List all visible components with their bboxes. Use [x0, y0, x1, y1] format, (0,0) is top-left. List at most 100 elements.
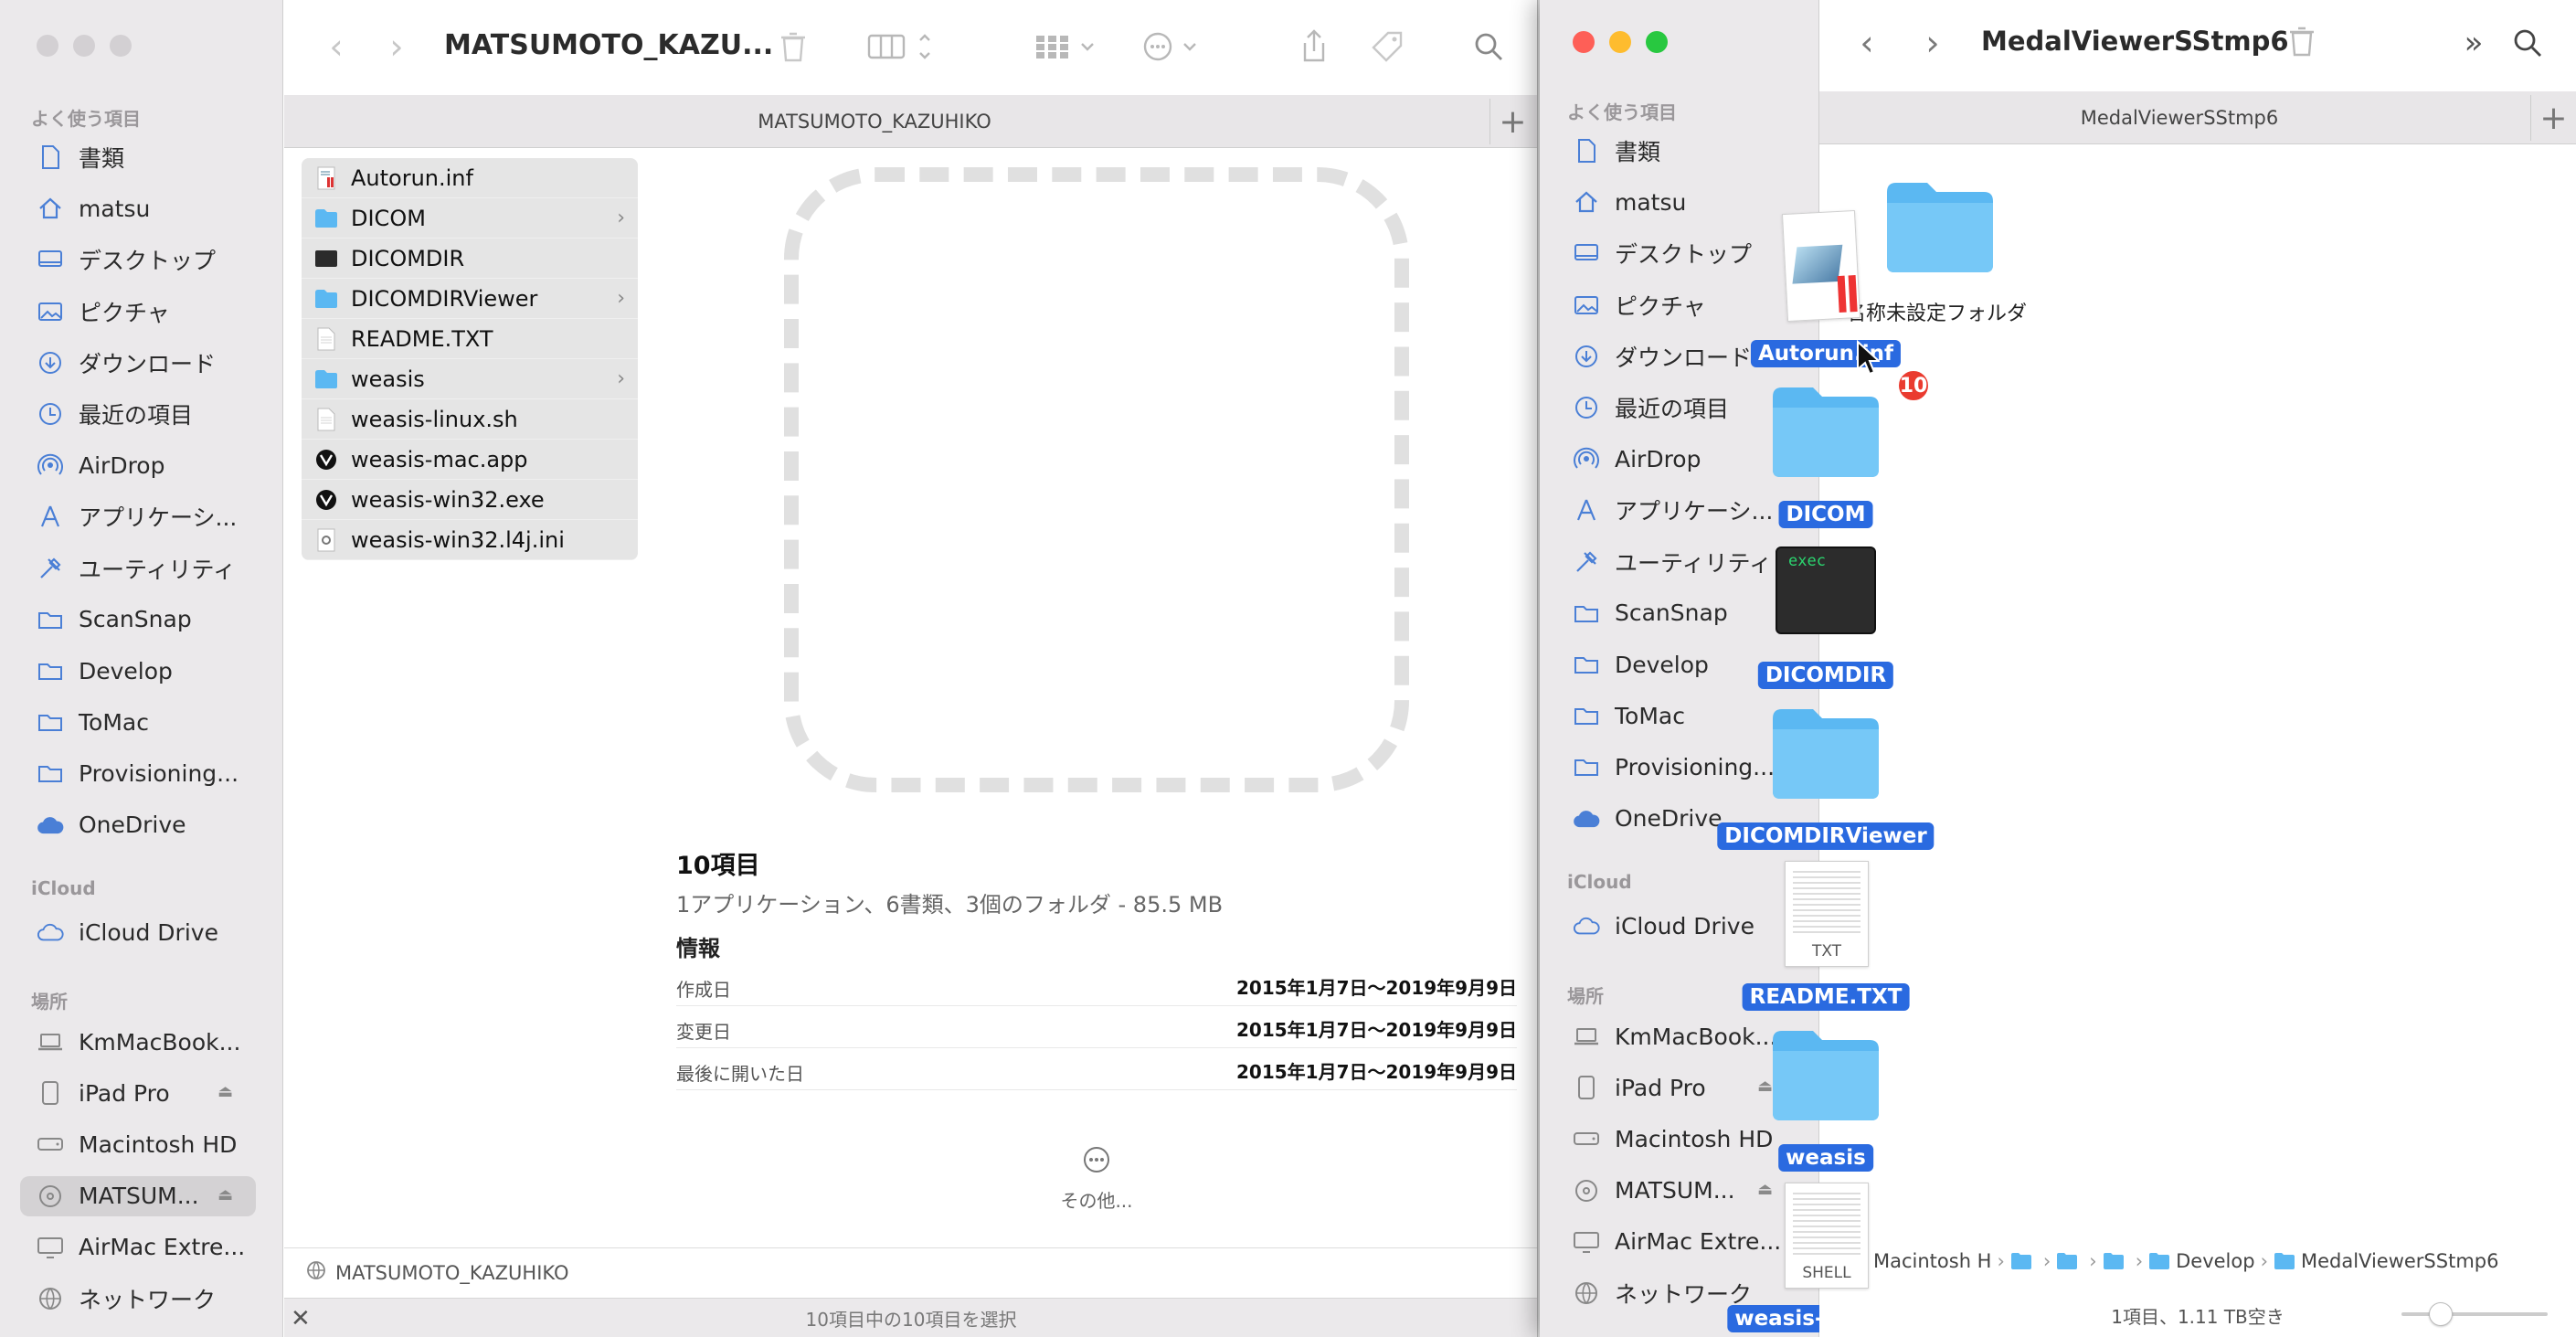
breadcrumb-item[interactable]: MedalViewerSStmp6 — [2274, 1250, 2498, 1272]
new-tab-button[interactable]: + — [2530, 95, 2576, 141]
sidebar-item-place[interactable]: KmMacBook... — [1573, 1016, 1796, 1056]
close-button[interactable] — [37, 35, 58, 57]
info-value: 2015年1月7日〜2019年9月9日 — [1236, 1019, 1517, 1041]
finder-window-right[interactable]: よく使う項目 書類 matsu デスクトップ ピクチャ ダウンロード 最近の項目 AirDro… — [1540, 0, 2576, 1337]
eject-icon[interactable]: ⏏ — [217, 1185, 233, 1204]
sidebar-item[interactable]: Develop — [37, 651, 280, 691]
file-name: DICOM — [351, 205, 426, 231]
tab-label[interactable]: MATSUMOTO_KAZUHIKO — [758, 111, 991, 133]
breadcrumb-item[interactable] — [2056, 1252, 2083, 1270]
search-icon[interactable] — [2508, 24, 2547, 62]
breadcrumb-item[interactable]: Develop — [2148, 1250, 2255, 1272]
eject-icon[interactable]: ⏏ — [1757, 1180, 1773, 1199]
slider-knob[interactable] — [2429, 1302, 2453, 1326]
sidebar-item-label: iCloud Drive — [1615, 912, 1754, 939]
trash-icon[interactable] — [2284, 22, 2320, 60]
sidebar-item-icloud-drive[interactable]: iCloud Drive — [37, 912, 218, 952]
breadcrumb-item[interactable]: Macintosh H — [1873, 1250, 1991, 1272]
column-view-icon[interactable] — [864, 27, 938, 66]
sidebar-item-label: ScanSnap — [1615, 600, 1728, 627]
sidebar-item-place[interactable]: Macintosh HD — [37, 1124, 256, 1164]
new-tab-button[interactable]: + — [1489, 99, 1535, 144]
sidebar-item[interactable]: 書類 — [37, 137, 280, 177]
sidebar-item[interactable]: AirDrop — [37, 445, 280, 485]
favorites-header: よく使う項目 — [31, 108, 141, 130]
minimize-button[interactable] — [73, 35, 95, 57]
sidebar-item[interactable]: ダウンロード — [37, 343, 280, 383]
file-row[interactable]: weasis-win32.l4j.ini — [302, 520, 638, 560]
file-row[interactable]: weasis-mac.app — [302, 440, 638, 480]
sidebar-item[interactable]: ToMac — [37, 702, 280, 742]
zoom-button[interactable] — [1646, 31, 1668, 53]
file-name: weasis-win32.l4j.ini — [351, 526, 565, 553]
tag-icon[interactable] — [1367, 27, 1407, 66]
file-row[interactable]: DICOMDIR — [302, 239, 638, 279]
sidebar-item-place[interactable]: KmMacBook... — [37, 1022, 256, 1062]
action-menu-icon[interactable] — [1140, 27, 1204, 66]
sidebar-item-label: ScanSnap — [79, 606, 192, 633]
back-button[interactable]: ‹ — [1850, 23, 1883, 63]
drag-item-label: README.TXT — [1742, 983, 1910, 1011]
info-row: 作成日 2015年1月7日〜2019年9月9日 — [676, 964, 1517, 1006]
sidebar-item[interactable]: 最近の項目 — [37, 394, 280, 434]
sidebar-item[interactable]: ピクチャ — [1573, 285, 1819, 325]
sidebar-item[interactable]: アプリケーシ... — [37, 496, 280, 536]
sidebar-item-place[interactable]: Macintosh HD — [1573, 1119, 1796, 1159]
sidebar-item[interactable]: matsu — [37, 188, 280, 228]
forward-button[interactable]: › — [380, 27, 413, 67]
file-list: Autorun.inf DICOM › DICOMDIR DICOMDIRViewer ›… — [302, 158, 638, 560]
overflow-chevron-icon[interactable]: » — [2455, 24, 2492, 62]
file-row[interactable]: weasis-win32.exe — [302, 480, 638, 520]
finder-window-left[interactable]: よく使う項目書類 matsu デスクトップ ピクチャダウンロード 最近の項目 AirDro… — [0, 0, 1538, 1337]
sidebar-item-place[interactable]: AirMac Extre... — [1573, 1222, 1796, 1262]
file-row[interactable]: DICOM › — [302, 198, 638, 239]
applications-icon — [37, 503, 64, 530]
file-row[interactable]: DICOMDIRViewer › — [302, 279, 638, 319]
sidebar-item[interactable]: Provisioning... — [37, 753, 280, 793]
sidebar-item-place[interactable]: AirMac Extre... — [37, 1227, 256, 1268]
back-button[interactable]: ‹ — [320, 27, 353, 67]
airdrop-icon — [37, 451, 64, 479]
disc-icon — [37, 1183, 64, 1210]
sidebar-item[interactable]: ユーティリティ — [37, 548, 280, 589]
group-icon[interactable] — [1033, 27, 1102, 66]
eject-icon[interactable]: ⏏ — [217, 1082, 233, 1101]
folder-icon[interactable] — [1884, 179, 1996, 278]
share-icon[interactable] — [1296, 26, 1332, 66]
drag-item-label: DICOMDIRViewer — [1717, 822, 1935, 850]
zoom-button[interactable] — [110, 35, 132, 57]
file-name: weasis-linux.sh — [351, 406, 518, 432]
minimize-button[interactable] — [1609, 31, 1631, 53]
file-row[interactable]: weasis-linux.sh — [302, 399, 638, 440]
sidebar-item[interactable]: ScanSnap — [37, 600, 280, 640]
sidebar-item-label: Develop — [1615, 651, 1709, 678]
more-button[interactable]: その他... — [1042, 1145, 1151, 1213]
home-icon — [37, 195, 64, 222]
icloud-header: iCloud — [1567, 871, 1632, 893]
sidebar-item[interactable]: ピクチャ — [37, 292, 280, 332]
breadcrumb-item[interactable] — [2010, 1252, 2038, 1270]
forward-button[interactable]: › — [1916, 23, 1949, 63]
sidebar-item-label: アプリケーシ... — [79, 504, 238, 532]
sidebar-item-label: アプリケーシ... — [1615, 498, 1774, 525]
file-name: Autorun.inf — [351, 164, 473, 191]
close-button[interactable] — [1573, 31, 1595, 53]
close-path-icon[interactable]: ✕ — [291, 1305, 311, 1332]
sidebar-item-place[interactable]: ネットワーク — [37, 1279, 256, 1319]
file-row[interactable]: README.TXT — [302, 319, 638, 359]
sidebar-item[interactable]: OneDrive — [37, 805, 280, 845]
sidebar-item-icloud-drive[interactable]: iCloud Drive — [1573, 906, 1754, 946]
icon-size-slider[interactable] — [2401, 1302, 2548, 1326]
path-item[interactable]: MATSUMOTO_KAZUHIKO — [335, 1262, 569, 1284]
desktop-icon — [1573, 239, 1600, 267]
sidebar-item[interactable]: デスクトップ — [37, 239, 280, 280]
trash-icon[interactable] — [775, 27, 811, 66]
tab-label[interactable]: MedalViewerSStmp6 — [2081, 107, 2279, 129]
file-row[interactable]: Autorun.inf — [302, 158, 638, 198]
chevron-right-icon: › — [617, 367, 625, 390]
breadcrumb-item[interactable] — [2103, 1252, 2130, 1270]
network-icon — [1573, 1279, 1600, 1307]
sidebar-item[interactable]: 書類 — [1573, 131, 1819, 171]
file-row[interactable]: weasis › — [302, 359, 638, 399]
search-icon[interactable] — [1469, 27, 1508, 66]
